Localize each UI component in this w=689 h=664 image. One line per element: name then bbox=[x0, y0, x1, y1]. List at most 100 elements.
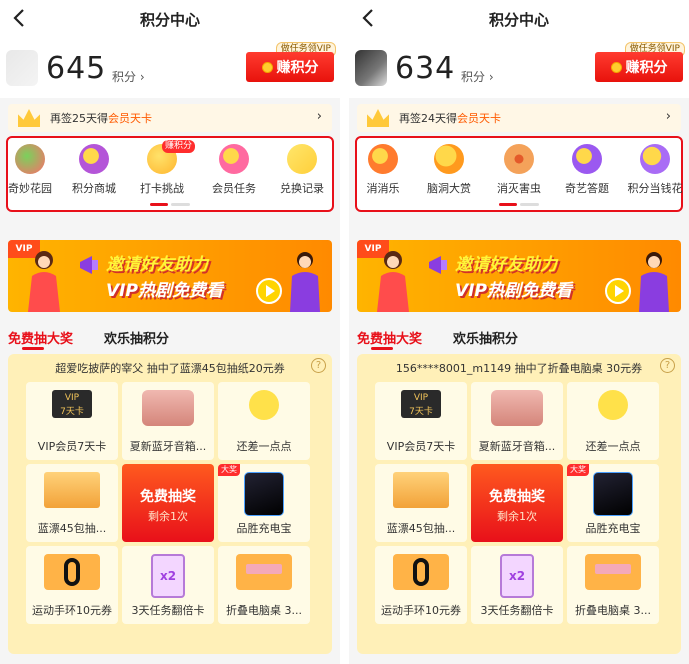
sad-face-icon bbox=[598, 390, 628, 420]
free-draw-button[interactable]: 免费抽奖 剩余1次 bbox=[471, 464, 563, 542]
vip-card-text: VIP bbox=[64, 393, 80, 403]
earn-points-button[interactable]: 赚积分 bbox=[246, 52, 334, 82]
scroll-indicator bbox=[499, 203, 539, 206]
prize-label: VIP会员7天卡 bbox=[386, 440, 456, 453]
crown-icon bbox=[18, 109, 40, 127]
help-icon[interactable]: ? bbox=[660, 358, 675, 373]
prize-label: 3天任务翻倍卡 bbox=[480, 604, 554, 617]
feature-member-task[interactable]: 会员任务 bbox=[204, 144, 264, 196]
vip-card-text: VIP bbox=[413, 393, 429, 403]
tab-free-draw[interactable]: 免费抽大奖 bbox=[357, 328, 422, 347]
prize-label: 运动手环10元券 bbox=[32, 604, 112, 617]
feature-label: 打卡挑战 bbox=[140, 182, 184, 195]
prize-label: 还差一点点 bbox=[585, 440, 641, 453]
speaker-icon bbox=[491, 390, 543, 426]
scroll-indicator bbox=[150, 203, 190, 206]
match-game-icon bbox=[368, 144, 398, 174]
tissue-box-icon bbox=[393, 472, 449, 508]
prize-label: 蓝漂45包抽... bbox=[37, 522, 107, 535]
points-detail-link[interactable]: 积分 › bbox=[112, 68, 145, 85]
earn-points-button[interactable]: 赚积分 bbox=[595, 52, 683, 82]
exchange-record-icon bbox=[287, 144, 317, 174]
laptop-desk-icon bbox=[585, 554, 641, 590]
feature-points-mall[interactable]: 积分商城 bbox=[64, 144, 124, 196]
feature-label: 消消乐 bbox=[366, 182, 400, 195]
feature-brain-contest[interactable]: 脑洞大赏 bbox=[419, 144, 479, 196]
feature-icons-row: 奇妙花园 积分商城 赚积分 打卡挑战 会员任务 兑换记录 bbox=[6, 136, 334, 212]
double-card-icon: x2 bbox=[500, 554, 534, 598]
draw-remaining: 剩余1次 bbox=[148, 510, 188, 523]
coin-icon bbox=[261, 61, 273, 73]
earn-points-badge: 赚积分 bbox=[162, 140, 196, 153]
feature-points-as-money[interactable]: 积分当钱花 bbox=[625, 144, 685, 196]
signin-prefix: 再签25天得 bbox=[50, 112, 108, 125]
prize-band-coupon: 运动手环10元券 bbox=[375, 546, 467, 624]
speaker-icon bbox=[142, 390, 194, 426]
earn-points-label: 赚积分 bbox=[276, 60, 319, 76]
grand-prize-badge: 大奖 bbox=[567, 464, 589, 476]
help-icon[interactable]: ? bbox=[311, 358, 326, 373]
banner-headline: 邀请好友助力 bbox=[106, 255, 208, 275]
prize-label: 品胜充电宝 bbox=[585, 522, 641, 535]
feature-label: 脑洞大赏 bbox=[427, 182, 471, 195]
feature-match-game[interactable]: 消消乐 bbox=[353, 144, 413, 196]
play-icon bbox=[256, 278, 282, 304]
crown-icon bbox=[367, 109, 389, 127]
feature-quiz[interactable]: 奇艺答题 bbox=[557, 144, 617, 196]
prize-almost: 还差一点点 bbox=[567, 382, 659, 460]
feature-garden[interactable]: 奇妙花园 bbox=[0, 144, 60, 196]
winner-notice: 156****8001_m1149 抽中了折叠电脑桌 30元券 bbox=[395, 362, 643, 375]
points-summary: 645 积分 › 做任务领VIP 赚积分 bbox=[0, 38, 340, 98]
points-center-screen-right: 积分中心 634 积分 › 做任务领VIP 赚积分 再签24天得会员天卡 › 消… bbox=[349, 0, 689, 664]
signin-reward: 会员天卡 bbox=[457, 112, 501, 125]
prize-label: 运动手环10元券 bbox=[381, 604, 461, 617]
points-summary: 634 积分 › 做任务领VIP 赚积分 bbox=[349, 38, 689, 98]
prize-label: 3天任务翻倍卡 bbox=[131, 604, 205, 617]
signin-text: 再签24天得会员天卡 bbox=[399, 110, 501, 126]
invite-friends-banner[interactable]: VIP 邀请好友助力 VIP热剧免费看 bbox=[357, 240, 681, 312]
tab-points-draw[interactable]: 欢乐抽积分 bbox=[453, 328, 518, 347]
earn-points-label: 赚积分 bbox=[625, 60, 668, 76]
prize-label: 蓝漂45包抽... bbox=[386, 522, 456, 535]
signin-prefix: 再签24天得 bbox=[399, 112, 457, 125]
megaphone-icon bbox=[80, 256, 98, 274]
active-tab-indicator bbox=[22, 347, 44, 350]
garden-icon bbox=[15, 144, 45, 174]
feature-exchange-record[interactable]: 兑换记录 bbox=[272, 144, 332, 196]
feature-label: 积分当钱花 bbox=[627, 182, 683, 195]
draw-title: 免费抽奖 bbox=[489, 489, 545, 505]
points-detail-link[interactable]: 积分 › bbox=[461, 68, 494, 85]
points-center-screen-left: 积分中心 645 积分 › 做任务领VIP 赚积分 再签25天得会员天卡 › 奇… bbox=[0, 0, 340, 664]
bug-icon bbox=[504, 144, 534, 174]
feature-kill-pests[interactable]: 消灭害虫 bbox=[489, 144, 549, 196]
vip-card-icon: VIP 7天卡 bbox=[401, 390, 441, 418]
tab-points-draw[interactable]: 欢乐抽积分 bbox=[104, 328, 169, 347]
prize-almost: 还差一点点 bbox=[218, 382, 310, 460]
tissue-box-icon bbox=[44, 472, 100, 508]
lottery-tabs: 免费抽大奖 欢乐抽积分 bbox=[0, 318, 340, 352]
draw-title: 免费抽奖 bbox=[140, 489, 196, 505]
feature-checkin-challenge[interactable]: 赚积分 打卡挑战 bbox=[132, 140, 196, 196]
avatar[interactable] bbox=[6, 50, 38, 86]
prize-label: 夏新蓝牙音箱... bbox=[129, 440, 207, 453]
prize-label: VIP会员7天卡 bbox=[37, 440, 107, 453]
sad-face-icon bbox=[249, 390, 279, 420]
vip-card-sub: 7天卡 bbox=[409, 407, 433, 417]
signin-reward: 会员天卡 bbox=[108, 112, 152, 125]
prize-power-bank: 大奖 品胜充电宝 bbox=[567, 464, 659, 542]
signin-reward-bar[interactable]: 再签24天得会员天卡 › bbox=[357, 104, 681, 132]
avatar[interactable] bbox=[355, 50, 387, 86]
fitness-band-icon bbox=[44, 554, 100, 590]
tab-free-draw[interactable]: 免费抽大奖 bbox=[8, 328, 73, 347]
points-money-icon bbox=[640, 144, 670, 174]
woman-illustration bbox=[377, 251, 409, 312]
free-draw-button[interactable]: 免费抽奖 剩余1次 bbox=[122, 464, 214, 542]
feature-label: 消灭害虫 bbox=[497, 182, 541, 195]
lottery-tabs: 免费抽大奖 欢乐抽积分 bbox=[349, 318, 689, 352]
prize-label: 夏新蓝牙音箱... bbox=[478, 440, 556, 453]
lottery-board: 156****8001_m1149 抽中了折叠电脑桌 30元券 ? VIP 7天卡… bbox=[357, 354, 681, 654]
invite-friends-banner[interactable]: VIP 邀请好友助力 VIP热剧免费看 bbox=[8, 240, 332, 312]
prize-laptop-desk: 折叠电脑桌 3... bbox=[567, 546, 659, 624]
signin-reward-bar[interactable]: 再签25天得会员天卡 › bbox=[8, 104, 332, 132]
banner-subline: VIP热剧免费看 bbox=[455, 281, 572, 301]
